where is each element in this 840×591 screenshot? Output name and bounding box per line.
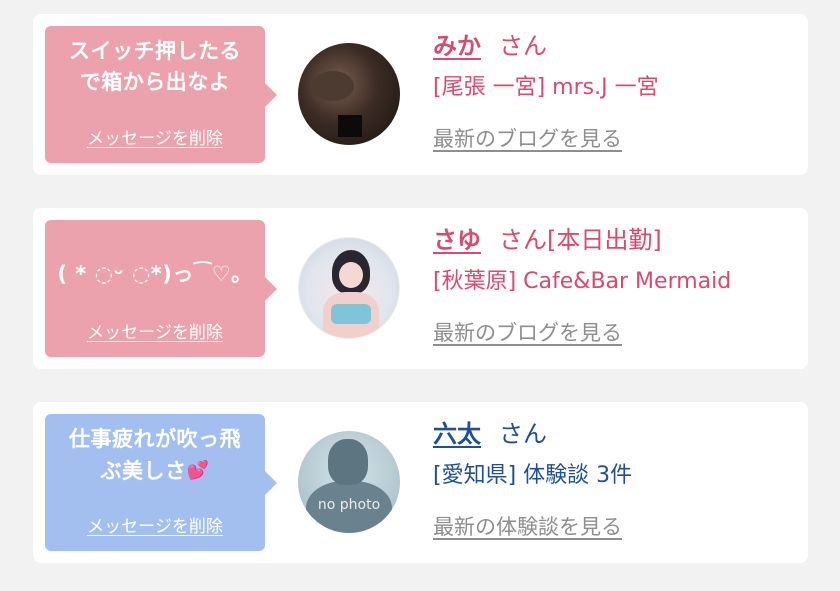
name-line: 六太 さん	[433, 416, 632, 452]
shop-label: [秋葉原] Cafe&Bar Mermaid	[433, 269, 732, 294]
latest-blog-link[interactable]: 最新のブログを見る	[433, 318, 731, 348]
profile-name-link[interactable]: みか	[433, 32, 481, 60]
delete-message-link[interactable]: メッセージを削除	[45, 512, 265, 537]
message-bubble: ( * ◌ᵕ ◌*)っ⁀♡。 メッセージを削除	[45, 220, 277, 357]
profile-name-link[interactable]: 六太	[433, 420, 481, 448]
shop-label: [尾張 一宮] mrs.J 一宮	[433, 75, 659, 100]
message-card: 仕事疲れが吹っ飛 ぶ美しさ💕 メッセージを削除 no photo 六太 さん [愛…	[33, 402, 808, 563]
avatar[interactable]: no photo	[298, 431, 400, 533]
message-bubble: 仕事疲れが吹っ飛 ぶ美しさ💕 メッセージを削除	[45, 414, 277, 551]
name-suffix: さん[本日出勤]	[499, 226, 662, 254]
avatar[interactable]	[298, 43, 400, 145]
message-text: 仕事疲れが吹っ飛 ぶ美しさ	[69, 427, 241, 483]
avatar[interactable]	[298, 237, 400, 339]
message-card: スイッチ押したる で箱から出なよ メッセージを削除 みか さん [尾張 一宮] m…	[33, 14, 808, 175]
profile-info: さゆ さん[本日出勤] [秋葉原] Cafe&Bar Mermaid 最新のブログ…	[433, 222, 731, 348]
message-text: ( * ◌ᵕ ◌*)っ⁀♡。	[57, 262, 253, 286]
message-text-wrap: 仕事疲れが吹っ飛 ぶ美しさ💕	[53, 424, 257, 487]
latest-review-link[interactable]: 最新の体験談を見る	[433, 512, 632, 542]
message-text: スイッチ押したる で箱から出なよ	[69, 39, 241, 94]
name-line: みか さん	[433, 28, 659, 64]
heart-icon: 💕	[186, 460, 210, 481]
name-line: さゆ さん[本日出勤]	[433, 222, 731, 258]
shop-label: [愛知県] 体験談 3件	[433, 463, 633, 488]
no-photo-label: no photo	[317, 497, 381, 513]
message-card: ( * ◌ᵕ ◌*)っ⁀♡。 メッセージを削除 さゆ さん[本日出勤] [秋葉原]…	[33, 208, 808, 369]
name-suffix: さん	[499, 420, 547, 448]
profile-name-link[interactable]: さゆ	[433, 226, 481, 254]
profile-info: みか さん [尾張 一宮] mrs.J 一宮 最新のブログを見る	[433, 28, 659, 154]
message-bubble: スイッチ押したる で箱から出なよ メッセージを削除	[45, 26, 277, 163]
delete-message-link[interactable]: メッセージを削除	[45, 318, 265, 343]
delete-message-link[interactable]: メッセージを削除	[45, 124, 265, 149]
profile-info: 六太 さん [愛知県] 体験談 3件 最新の体験談を見る	[433, 416, 632, 542]
name-suffix: さん	[499, 32, 547, 60]
latest-blog-link[interactable]: 最新のブログを見る	[433, 124, 659, 154]
